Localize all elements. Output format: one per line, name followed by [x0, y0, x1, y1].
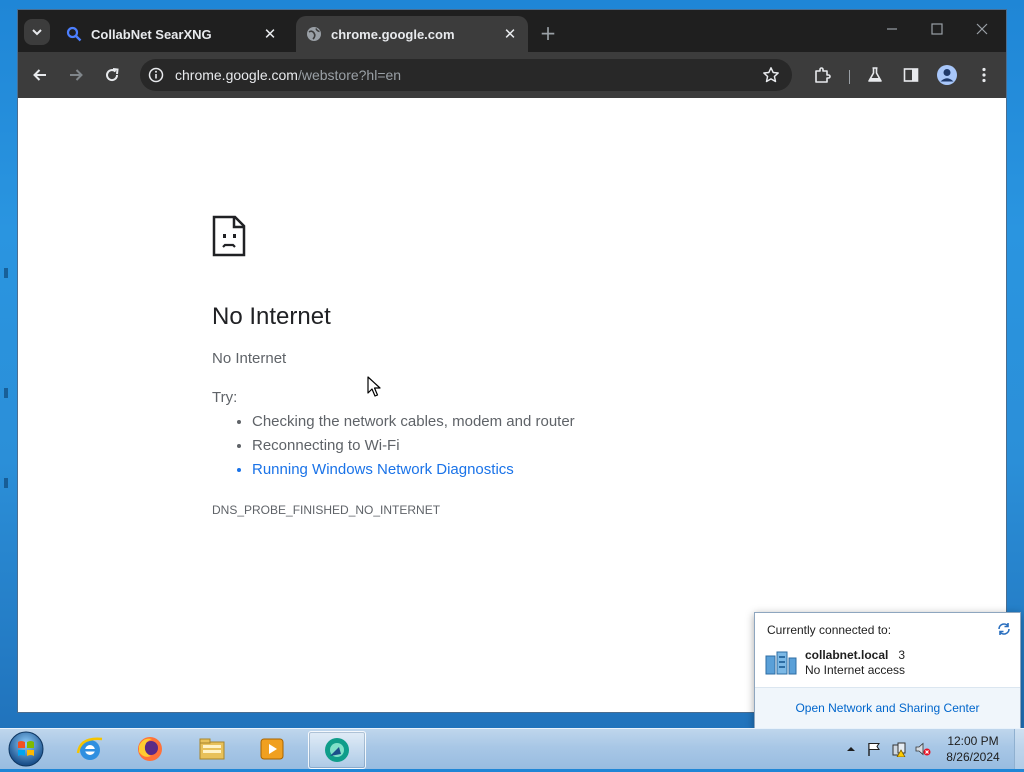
- clock-time: 12:00 PM: [947, 734, 999, 748]
- network-diagnostics-link[interactable]: Running Windows Network Diagnostics: [252, 458, 575, 482]
- menu-kebab-icon[interactable]: [973, 64, 995, 86]
- url-host: chrome.google.com: [175, 67, 298, 83]
- new-tab-button[interactable]: +: [538, 23, 558, 43]
- info-icon[interactable]: [148, 67, 164, 83]
- chrome-app-icon[interactable]: [308, 731, 366, 769]
- url-text[interactable]: chrome.google.com/webstore?hl=en: [175, 67, 401, 83]
- refresh-arrows-icon[interactable]: [996, 621, 1012, 637]
- network-name: collabnet.local 3: [805, 648, 905, 662]
- tab-strip: CollabNet SearXNG ✕ chrome.google.com ✕ …: [18, 10, 1006, 52]
- system-clock[interactable]: 12:00 PM 8/26/2024: [936, 733, 1010, 765]
- error-subtitle: No Internet: [212, 350, 287, 367]
- address-bar[interactable]: chrome.google.com/webstore?hl=en: [140, 59, 792, 91]
- firefox-icon[interactable]: [124, 731, 176, 767]
- chevron-down-icon: [32, 29, 42, 36]
- network-number: 3: [898, 648, 906, 662]
- desktop-icon-fragment: [4, 388, 8, 398]
- suggestion-list: Checking the network cables, modem and r…: [212, 410, 575, 482]
- close-tab-icon[interactable]: ✕: [502, 26, 518, 42]
- search-icon: [66, 26, 82, 42]
- network-status: No Internet access: [805, 663, 906, 677]
- sad-page-icon: [212, 215, 246, 257]
- arrow-right-icon: [70, 69, 83, 81]
- reload-button[interactable]: [101, 64, 123, 86]
- start-button[interactable]: [6, 730, 46, 768]
- domain-network-icon: [765, 651, 797, 675]
- back-button[interactable]: [29, 64, 51, 86]
- tab-chrome-google-com[interactable]: chrome.google.com ✕: [296, 16, 528, 52]
- open-network-sharing-center-link[interactable]: Open Network and Sharing Center: [755, 701, 1020, 715]
- labs-flask-icon[interactable]: [864, 64, 886, 86]
- extensions-icon[interactable]: [811, 64, 833, 86]
- tab-title: CollabNet SearXNG: [91, 26, 212, 42]
- speaker-muted-icon[interactable]: [915, 741, 931, 757]
- tab-collabnet-searxng[interactable]: CollabNet SearXNG ✕: [56, 16, 288, 52]
- reload-icon: [106, 68, 119, 82]
- clock-date: 8/26/2024: [946, 750, 1000, 764]
- side-panel-icon[interactable]: [900, 64, 922, 86]
- show-hidden-icons-arrow-icon[interactable]: [843, 741, 859, 757]
- browser-toolbar: chrome.google.com/webstore?hl=en: [18, 52, 1006, 98]
- forward-button[interactable]: [65, 64, 87, 86]
- url-path: /webstore?hl=en: [297, 67, 402, 83]
- suggestion-item: Reconnecting to Wi-Fi: [252, 434, 575, 458]
- close-tab-icon[interactable]: ✕: [262, 26, 278, 42]
- minimize-icon[interactable]: [882, 22, 902, 42]
- maximize-icon[interactable]: [927, 22, 947, 42]
- desktop-icon-fragment: [4, 268, 8, 278]
- suggestion-item: Checking the network cables, modem and r…: [252, 410, 575, 434]
- taskbar: 12:00 PM 8/26/2024: [0, 728, 1024, 769]
- mouse-cursor-icon: [367, 376, 381, 397]
- file-explorer-icon[interactable]: [186, 731, 238, 767]
- internet-explorer-icon[interactable]: [64, 731, 116, 767]
- flyout-header: Currently connected to:: [767, 623, 892, 637]
- network-name-text: collabnet.local: [805, 648, 889, 662]
- tab-search-button[interactable]: [24, 19, 50, 45]
- windows-orb-icon: [8, 731, 44, 767]
- action-center-flag-icon[interactable]: [866, 741, 882, 757]
- error-code: DNS_PROBE_FINISHED_NO_INTERNET: [212, 503, 441, 517]
- error-title: No Internet: [212, 303, 331, 330]
- desktop-icon-fragment: [4, 478, 8, 488]
- network-warning-icon[interactable]: [891, 741, 907, 757]
- arrow-left-icon: [33, 69, 46, 81]
- media-player-icon[interactable]: [246, 731, 298, 767]
- close-window-icon[interactable]: [972, 22, 992, 42]
- chrome-window: CollabNet SearXNG ✕ chrome.google.com ✕ …: [18, 10, 1006, 712]
- network-flyout: Currently connected to: collabnet.local 3…: [754, 612, 1021, 729]
- show-desktop-button[interactable]: [1014, 729, 1024, 769]
- tab-title: chrome.google.com: [331, 26, 455, 42]
- profile-avatar-icon[interactable]: [936, 64, 958, 86]
- toolbar-separator: [849, 70, 850, 84]
- try-label: Try:: [212, 389, 238, 406]
- bookmark-star-icon[interactable]: [762, 66, 780, 84]
- globe-icon: [306, 26, 322, 42]
- flyout-footer: Open Network and Sharing Center: [755, 687, 1020, 729]
